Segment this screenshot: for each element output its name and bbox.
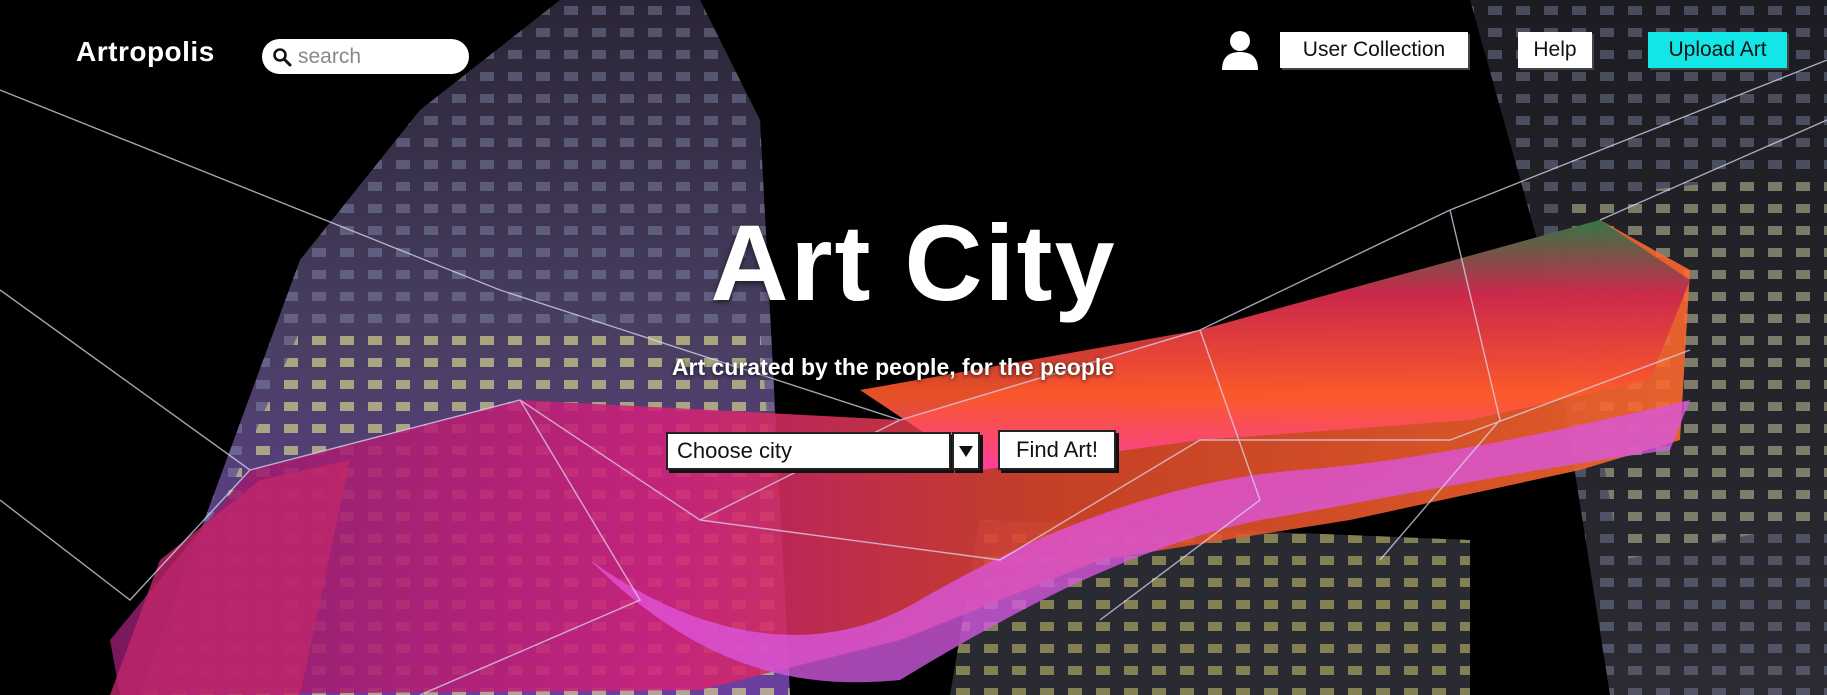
city-select-dropdown-button[interactable]: [952, 432, 980, 470]
help-button[interactable]: Help: [1518, 32, 1592, 68]
hero-background-image: [0, 0, 1827, 695]
city-select-value: Choose city: [677, 438, 792, 463]
search-box[interactable]: [262, 39, 469, 74]
user-icon[interactable]: [1220, 28, 1260, 72]
search-icon: [273, 47, 292, 66]
hero-title: Art City: [710, 202, 1117, 323]
search-input[interactable]: [296, 43, 460, 70]
brand-logo[interactable]: Artropolis: [76, 36, 215, 68]
user-collection-button[interactable]: User Collection: [1280, 32, 1468, 68]
caret-down-icon: [959, 446, 973, 457]
upload-art-button[interactable]: Upload Art: [1648, 32, 1787, 68]
page: Artropolis User Collection Help Upload A…: [0, 0, 1827, 695]
find-art-button[interactable]: Find Art!: [998, 430, 1116, 470]
city-select[interactable]: Choose city: [666, 432, 951, 470]
hero-subtitle: Art curated by the people, for the peopl…: [671, 354, 1115, 380]
